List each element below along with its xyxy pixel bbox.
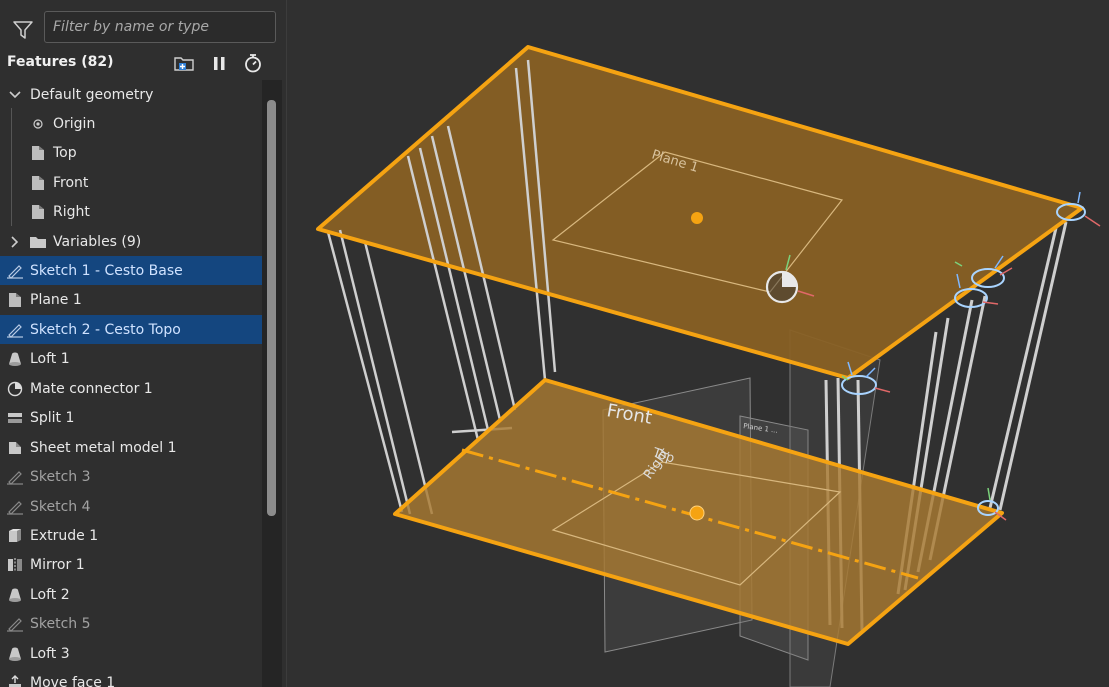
- sheet-metal-icon: [6, 439, 24, 457]
- scrollbar-thumb[interactable]: [267, 100, 276, 516]
- sketch-origin-point[interactable]: [689, 505, 705, 521]
- tree-item-label: Loft 3: [30, 645, 70, 662]
- tree-item-origin[interactable]: Origin: [0, 109, 262, 138]
- tree-item-label: Sketch 5: [30, 615, 91, 632]
- plane-icon: [29, 174, 47, 192]
- move-face-icon: [6, 674, 24, 687]
- split-icon: [6, 409, 24, 427]
- feature-panel: Features (82) Default geometry: [0, 0, 287, 687]
- tree-item-split-1[interactable]: Split 1: [0, 403, 262, 432]
- plane-origin-point[interactable]: [691, 212, 703, 224]
- feature-tree: Default geometry Origin Top Front Right …: [0, 80, 262, 687]
- tree-item-label: Origin: [53, 115, 96, 132]
- tree-item-label: Sketch 1 - Cesto Base: [30, 262, 183, 279]
- loft-icon: [6, 350, 24, 368]
- tree-item-label: Sketch 3: [30, 468, 91, 485]
- tree-item-label: Move face 1: [30, 674, 116, 687]
- sketch-icon: [6, 321, 24, 339]
- tree-item-sketch-2[interactable]: Sketch 2 - Cesto Topo: [0, 315, 262, 344]
- tree-item-label: Right: [53, 203, 90, 220]
- model-canvas: Plane 1 Front Top Right Plane 1 ...: [316, 45, 1101, 687]
- tree-item-label: Default geometry: [30, 86, 154, 103]
- chevron-right-icon[interactable]: [6, 233, 24, 251]
- tree-item-label: Plane 1: [30, 291, 82, 308]
- tree-item-loft-1[interactable]: Loft 1: [0, 344, 262, 373]
- features-title: Features (82): [7, 54, 114, 70]
- tree-item-label: Variables (9): [53, 233, 142, 250]
- stopwatch-icon: [245, 54, 261, 73]
- origin-icon: [29, 115, 47, 133]
- plane-icon: [29, 144, 47, 162]
- features-header: Features (82): [0, 52, 287, 74]
- tree-item-sketch-3[interactable]: Sketch 3: [0, 462, 262, 491]
- tree-item-sheet-metal-model-1[interactable]: Sheet metal model 1: [0, 433, 262, 462]
- tree-item-label: Sketch 4: [30, 498, 91, 515]
- folder-icon: [29, 233, 47, 251]
- tree-item-mate-connector-1[interactable]: Mate connector 1: [0, 374, 262, 403]
- add-folder-button[interactable]: [172, 52, 196, 74]
- tree-item-label: Top: [53, 144, 77, 161]
- pause-button[interactable]: [207, 52, 231, 74]
- tree-item-sketch-5[interactable]: Sketch 5: [0, 609, 262, 638]
- folder-add-icon: [174, 57, 194, 71]
- tree-item-front[interactable]: Front: [0, 168, 262, 197]
- loft-icon: [6, 586, 24, 604]
- tree-item-label: Front: [53, 174, 89, 191]
- tree-item-top[interactable]: Top: [0, 138, 262, 167]
- tree-item-label: Split 1: [30, 409, 75, 426]
- tree-item-sketch-1[interactable]: Sketch 1 - Cesto Base: [0, 256, 262, 285]
- extrude-icon: [6, 527, 24, 545]
- 3d-viewport[interactable]: Plane 1 Front Top Right Plane 1 ...: [288, 0, 1109, 687]
- tree-item-label: Sheet metal model 1: [30, 439, 177, 456]
- tree-item-move-face-1[interactable]: Move face 1: [0, 668, 262, 687]
- sketch-icon: [6, 468, 24, 486]
- tree-item-default-geometry[interactable]: Default geometry: [0, 80, 262, 109]
- sketch-icon: [6, 498, 24, 516]
- pause-icon: [214, 57, 225, 70]
- tree-item-label: Mirror 1: [30, 556, 85, 573]
- mate-connector-icon: [6, 380, 24, 398]
- tree-item-sketch-4[interactable]: Sketch 4: [0, 492, 262, 521]
- tree-item-label: Mate connector 1: [30, 380, 153, 397]
- plane-icon: [29, 203, 47, 221]
- plane-icon: [6, 291, 24, 309]
- tree-item-label: Loft 2: [30, 586, 70, 603]
- tree-item-label: Sketch 2 - Cesto Topo: [30, 321, 181, 338]
- filter-input[interactable]: [44, 11, 276, 43]
- loft-icon: [6, 645, 24, 663]
- tree-item-right[interactable]: Right: [0, 197, 262, 226]
- chevron-down-icon[interactable]: [6, 86, 24, 104]
- tree-item-label: Extrude 1: [30, 527, 99, 544]
- tree-item-plane-1[interactable]: Plane 1: [0, 285, 262, 314]
- tree-item-mirror-1[interactable]: Mirror 1: [0, 550, 262, 579]
- filter-icon[interactable]: [12, 20, 34, 40]
- tree-item-extrude-1[interactable]: Extrude 1: [0, 521, 262, 550]
- tree-item-loft-2[interactable]: Loft 2: [0, 580, 262, 609]
- tree-item-loft-3[interactable]: Loft 3: [0, 639, 262, 668]
- tree-item-variables[interactable]: Variables (9): [0, 227, 262, 256]
- timer-button[interactable]: [241, 52, 265, 74]
- filter-row: [0, 10, 287, 46]
- mirror-icon: [6, 556, 24, 574]
- tree-item-label: Loft 1: [30, 350, 70, 367]
- sketch-icon: [6, 615, 24, 633]
- sketch-icon: [6, 262, 24, 280]
